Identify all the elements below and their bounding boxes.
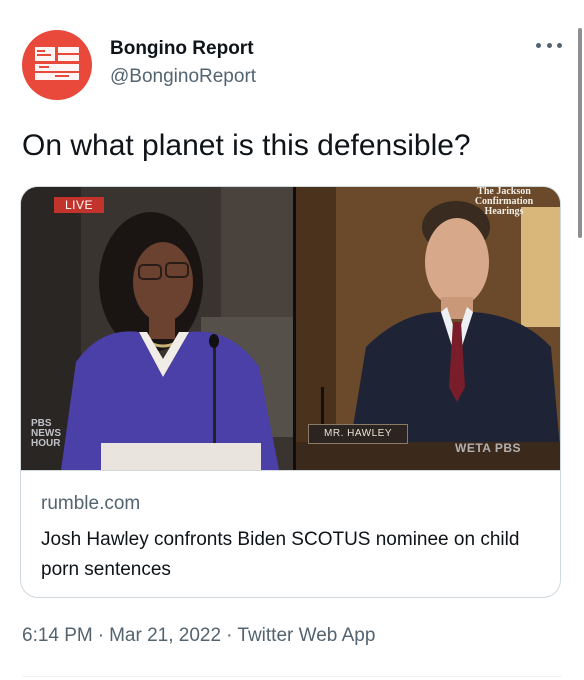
pbs-newshour-logo: PBS NEWS HOUR [31, 418, 61, 449]
more-options-icon[interactable] [536, 38, 562, 52]
card-body[interactable]: rumble.com Josh Hawley confronts Biden S… [21, 470, 560, 597]
series-title: The Jackson Confirmation Hearings [474, 187, 534, 217]
author-block[interactable]: Bongino Report @BonginoReport [110, 37, 256, 89]
tweet-time[interactable]: 6:14 PM [22, 625, 93, 646]
tweet-date[interactable]: Mar 21, 2022 [109, 625, 221, 646]
scrollbar[interactable] [578, 28, 582, 238]
tweet-source[interactable]: Twitter Web App [237, 625, 375, 646]
card-domain: rumble.com [41, 493, 141, 514]
hearing-still-image [21, 187, 560, 470]
display-name[interactable]: Bongino Report [110, 37, 256, 61]
tweet-meta: 6:14 PM · Mar 21, 2022 · Twitter Web App [22, 624, 375, 648]
card-title[interactable]: Josh Hawley confronts Biden SCOTUS nomin… [41, 525, 541, 585]
bongino-logo-icon [35, 47, 79, 80]
user-handle[interactable]: @BonginoReport [110, 65, 256, 89]
link-card[interactable]: LIVE The Jackson Confirmation Hearings M… [20, 186, 561, 598]
tweet-header: Bongino Report @BonginoReport [22, 30, 562, 102]
weta-pbs-logo: WETA PBS [455, 441, 521, 455]
card-media-image[interactable]: LIVE The Jackson Confirmation Hearings M… [21, 187, 560, 470]
separator-dot: · [97, 625, 105, 646]
nameplate: MR. HAWLEY [308, 424, 408, 444]
live-badge: LIVE [54, 197, 104, 213]
tweet-text: On what planet is this defensible? [22, 129, 471, 162]
avatar[interactable] [22, 30, 92, 100]
divider [22, 676, 562, 677]
separator-dot: · [226, 625, 233, 646]
